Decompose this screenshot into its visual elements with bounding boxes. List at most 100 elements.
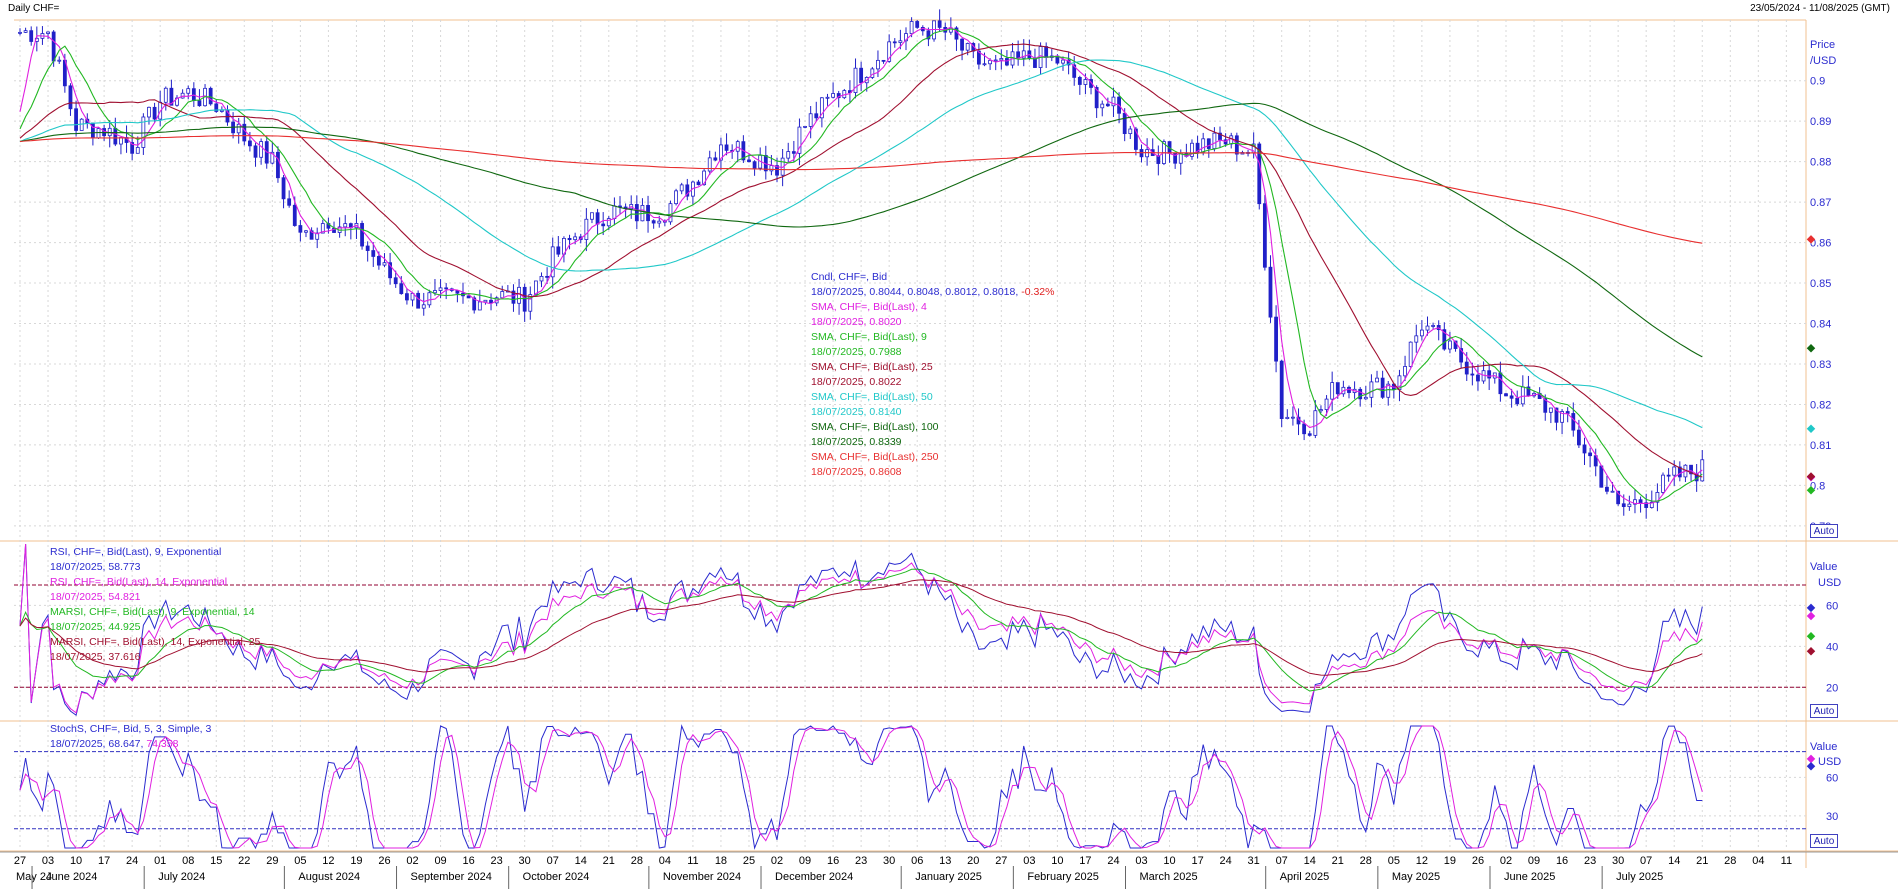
- candle-body: [1565, 411, 1570, 414]
- stoch-panel: [14, 726, 1806, 848]
- candle-body: [993, 59, 998, 62]
- price-legend-label: Cndl, CHF=, Bid: [811, 271, 888, 283]
- candle-body: [825, 96, 830, 99]
- x-tick-label: 14: [1668, 855, 1680, 867]
- candle-body: [1285, 416, 1290, 420]
- candle-body: [405, 293, 409, 301]
- x-tick-label: 29: [266, 855, 278, 867]
- x-tick-label: 27: [14, 855, 26, 867]
- price-tick-label: 0.89: [1810, 116, 1831, 128]
- candle-body: [522, 286, 527, 312]
- candle-body: [163, 87, 168, 103]
- candle-body: [79, 118, 84, 131]
- candle-body: [595, 212, 600, 225]
- candle-body: [1044, 46, 1049, 58]
- candle-body: [1083, 79, 1088, 85]
- candle-body: [23, 30, 28, 33]
- sma-100-marker: [1806, 343, 1816, 353]
- candle-body: [147, 106, 151, 118]
- candle-body: [1313, 410, 1318, 436]
- rsi-tick-label: 40: [1826, 641, 1838, 653]
- candle-body: [304, 230, 308, 233]
- rsi-legend-label: RSI, CHF=, Bid(Last), 14, Exponential: [50, 576, 228, 588]
- x-tick-label: 21: [1332, 855, 1344, 867]
- x-tick-label: 27: [995, 855, 1007, 867]
- x-tick-label: 02: [771, 855, 783, 867]
- x-tick-label: 11: [1781, 855, 1792, 867]
- candle-body: [1431, 325, 1435, 327]
- candle-body: [421, 304, 426, 309]
- x-tick-label: 14: [575, 855, 587, 867]
- candle-body: [803, 125, 807, 128]
- month-label: November 2024: [663, 871, 741, 883]
- x-tick-label: 30: [519, 855, 531, 867]
- x-tick-label: 24: [126, 855, 138, 867]
- price-legend-label: SMA, CHF=, Bid(Last), 50: [811, 391, 933, 403]
- candle-body: [1476, 374, 1480, 382]
- candle-body: [1414, 335, 1419, 343]
- candle-body: [1291, 416, 1295, 419]
- candle-body: [1576, 429, 1581, 446]
- price-auto-button[interactable]: Auto: [1810, 524, 1838, 538]
- candle-body: [915, 21, 920, 28]
- candle-body: [786, 151, 791, 159]
- rsi-auto-button[interactable]: Auto: [1810, 704, 1838, 718]
- candle-body: [57, 59, 62, 62]
- month-label: August 2024: [298, 871, 360, 883]
- x-tick-label: 15: [210, 855, 222, 867]
- candle-body: [1122, 112, 1127, 135]
- price-legend-value: 18/07/2025, 0.7988: [811, 346, 902, 358]
- candle-body: [382, 262, 387, 266]
- month-label: July 2024: [158, 871, 205, 883]
- candle-body: [483, 299, 488, 303]
- candle-body: [281, 177, 286, 200]
- price-tick-label: 0.85: [1810, 278, 1831, 290]
- price-legend-label: SMA, CHF=, Bid(Last), 250: [811, 451, 939, 463]
- candle-body: [545, 275, 550, 278]
- candle-body: [517, 286, 521, 304]
- candle-body: [1672, 466, 1677, 476]
- x-tick-label: 25: [743, 855, 755, 867]
- x-tick-label: 05: [1388, 855, 1400, 867]
- x-tick-label: 04: [1752, 855, 1764, 867]
- candle-body: [438, 287, 443, 291]
- candle-body: [477, 301, 482, 311]
- candle-body: [186, 88, 191, 94]
- x-tick-label: 11: [687, 855, 698, 867]
- candle-body: [444, 287, 449, 290]
- stoch-auto-button[interactable]: Auto: [1810, 834, 1838, 848]
- price-legend-value: 18/07/2025, 0.8022: [811, 376, 902, 388]
- candle-body: [590, 212, 594, 220]
- x-tick-label: 23: [855, 855, 867, 867]
- candle-body: [937, 20, 942, 28]
- candle-body: [724, 144, 729, 151]
- candle-body: [1621, 503, 1626, 507]
- x-tick-label: 17: [1191, 855, 1203, 867]
- candle-body: [1498, 372, 1503, 395]
- candle-body: [1470, 373, 1475, 376]
- x-tick-label: 31: [1248, 855, 1260, 867]
- candle-body: [399, 283, 404, 295]
- candle-body: [180, 92, 185, 99]
- candle-body: [679, 184, 684, 192]
- stoch-tick-label: 60: [1826, 772, 1838, 784]
- sma-50-marker: [1806, 424, 1816, 433]
- stoch-legend-label: StochS, CHF=, Bid, 5, 3, Simple, 3: [50, 723, 212, 735]
- x-tick-label: 23: [1584, 855, 1596, 867]
- candle-body: [90, 122, 95, 139]
- candle-body: [253, 145, 258, 158]
- candle-body: [1666, 474, 1671, 477]
- price-tick-label: 0.9: [1810, 76, 1825, 88]
- candle-body: [674, 190, 678, 205]
- candle-body: [1100, 103, 1105, 109]
- x-tick-label: 28: [1360, 855, 1372, 867]
- candle-body: [287, 198, 292, 206]
- x-tick-label: 21: [603, 855, 615, 867]
- x-tick-label: 10: [1163, 855, 1175, 867]
- price-tick-label: 0.88: [1810, 157, 1831, 169]
- candle-body: [236, 123, 241, 134]
- x-tick-label: 20: [967, 855, 979, 867]
- candle-body: [152, 106, 157, 120]
- candle-body: [1610, 490, 1615, 493]
- candle-body: [1363, 396, 1368, 400]
